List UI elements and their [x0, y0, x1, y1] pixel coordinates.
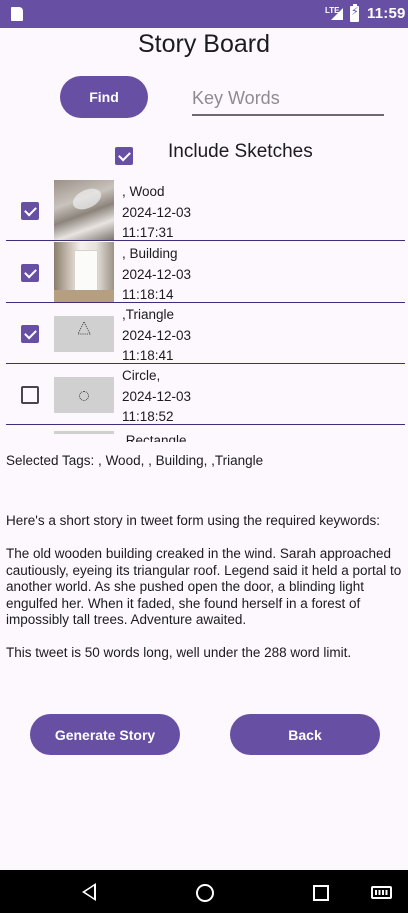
find-button[interactable]: Find	[60, 76, 148, 118]
story-intro: Here's a short story in tweet form using…	[6, 513, 380, 528]
tag-list[interactable]: , Wood 2024-12-03 11:17:31 , Building 20…	[0, 180, 408, 442]
sd-card-icon	[11, 7, 23, 21]
signal-icon	[331, 8, 343, 20]
story-body: The old wooden building creaked in the w…	[6, 546, 402, 627]
story-footer: This tweet is 50 words long, well under …	[6, 645, 352, 660]
item-text: ,Rectangle	[122, 431, 187, 442]
nav-recents-icon[interactable]	[313, 885, 329, 901]
item-thumbnail	[54, 242, 114, 302]
item-thumbnail	[54, 180, 114, 240]
page-title: Story Board	[137, 30, 270, 58]
back-button[interactable]: Back	[230, 714, 380, 755]
item-tag: , Building	[122, 246, 178, 261]
include-sketches-label: Include Sketches	[168, 141, 313, 162]
item-thumbnail	[54, 431, 114, 434]
keyboard-icon[interactable]	[371, 886, 392, 899]
include-sketches-checkbox[interactable]	[115, 147, 133, 165]
status-time: 11:59	[367, 5, 406, 22]
item-thumbnail	[54, 377, 114, 413]
item-date: 2024-12-03	[122, 327, 192, 343]
item-tag: Circle,	[122, 368, 161, 383]
item-date: 2024-12-03	[122, 388, 192, 404]
triangle-sketch-icon	[77, 321, 91, 335]
circle-sketch-icon	[79, 391, 89, 401]
item-checkbox[interactable]	[21, 325, 39, 343]
charging-icon: ⚡	[351, 6, 359, 18]
item-tag: , Wood	[122, 184, 165, 199]
selected-tags: Selected Tags: , Wood, , Building, ,Tria…	[6, 453, 264, 468]
item-date: 2024-12-03	[122, 266, 192, 282]
item-text: , Building 2024-12-03 11:18:14	[122, 244, 191, 306]
item-thumbnail	[54, 316, 114, 352]
list-item[interactable]: Circle, 2024-12-03 11:18:52	[0, 364, 408, 425]
nav-home-icon[interactable]	[196, 884, 214, 902]
keywords-input[interactable]: Key Words	[192, 84, 384, 116]
navigation-bar	[0, 870, 408, 913]
list-item[interactable]: , Wood 2024-12-03 11:17:31	[0, 180, 408, 241]
item-tag: ,Rectangle	[122, 433, 187, 442]
row-divider	[6, 239, 405, 241]
nav-back-icon[interactable]	[82, 883, 96, 901]
list-item[interactable]: , Building 2024-12-03 11:18:14	[0, 242, 408, 303]
list-item[interactable]: ,Rectangle	[0, 425, 408, 442]
item-tag: ,Triangle	[122, 307, 175, 322]
item-text: , Wood 2024-12-03 11:17:31	[122, 182, 191, 244]
item-checkbox[interactable]	[21, 202, 39, 220]
story-text: Here's a short story in tweet form using…	[6, 513, 406, 678]
item-text: ,Triangle 2024-12-03 11:18:41	[122, 305, 191, 367]
item-checkbox[interactable]	[21, 264, 39, 282]
item-text: Circle, 2024-12-03 11:18:52	[122, 366, 191, 428]
item-checkbox[interactable]	[21, 386, 39, 404]
status-bar: LTE ⚡ 11:59	[0, 0, 408, 28]
generate-story-button[interactable]: Generate Story	[30, 714, 180, 755]
list-item[interactable]: ,Triangle 2024-12-03 11:18:41	[0, 303, 408, 364]
item-date: 2024-12-03	[122, 204, 192, 220]
